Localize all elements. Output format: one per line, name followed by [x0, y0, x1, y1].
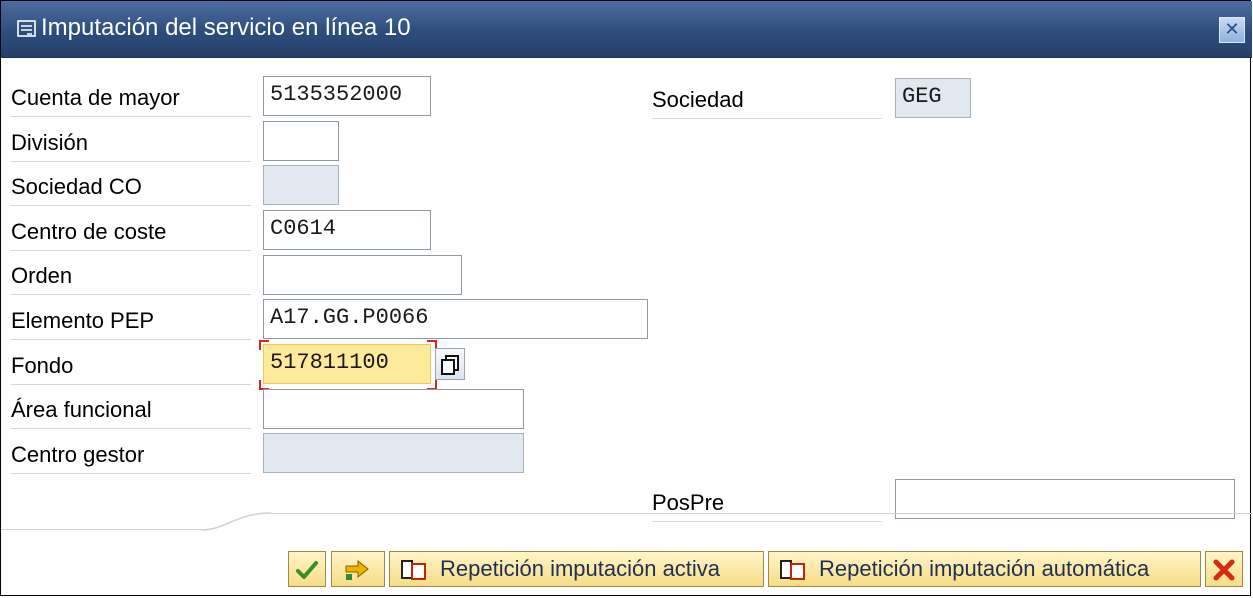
label-sociedad-co: Sociedad CO [11, 168, 251, 206]
division-input[interactable] [263, 121, 339, 161]
label-fondo: Fondo [11, 347, 251, 385]
copy-document-icon [401, 560, 426, 580]
arrow-right-icon [345, 559, 369, 580]
centro-gestor-input [263, 433, 524, 473]
title-bar: Imputación del servicio en línea 10 ✕ [1, 1, 1252, 58]
copy-icon [441, 355, 459, 375]
centro-de-coste-input[interactable]: C0614 [263, 210, 431, 250]
elemento-pep-input[interactable]: A17.GG.P0066 [263, 299, 648, 339]
continue-button[interactable] [288, 551, 326, 587]
label-area-funcional: Área funcional [11, 391, 251, 429]
label-centro-gestor: Centro gestor [11, 436, 251, 474]
footer-divider-line [1, 529, 201, 530]
footer-divider-line [271, 513, 1252, 514]
label-orden: Orden [11, 257, 251, 295]
close-button[interactable]: ✕ [1219, 17, 1245, 43]
repeat-active-label: Repetición imputación activa [440, 556, 721, 581]
area-funcional-input[interactable] [263, 389, 524, 429]
orden-input[interactable] [263, 255, 462, 295]
label-centro-de-coste: Centro de coste [11, 213, 251, 251]
focus-marker [259, 340, 269, 350]
close-icon: ✕ [1224, 19, 1240, 40]
label-cuenta-de-mayor: Cuenta de mayor [11, 79, 251, 117]
label-sociedad: Sociedad [652, 81, 882, 119]
cancel-icon [1213, 559, 1235, 581]
window-icon [17, 19, 37, 39]
cuenta-de-mayor-input[interactable]: 5135352000 [263, 76, 431, 116]
copy-document-icon [780, 560, 805, 580]
cancel-button[interactable] [1205, 551, 1243, 587]
window-title: Imputación del servicio en línea 10 [41, 14, 411, 41]
next-button[interactable] [331, 551, 385, 587]
repeat-auto-label: Repetición imputación automática [819, 556, 1150, 581]
repeat-auto-button[interactable]: Repetición imputación automática [768, 551, 1201, 587]
fondo-search-help-button[interactable] [435, 348, 465, 380]
sociedad-co-input [263, 165, 339, 205]
footer-divider [201, 512, 271, 531]
dialog-window: Imputación del servicio en línea 10 ✕ Cu… [0, 0, 1252, 596]
repeat-active-button[interactable]: Repetición imputación activa [389, 551, 764, 587]
sociedad-input: GEG [895, 78, 971, 118]
fondo-input[interactable]: 517811100 [263, 344, 431, 384]
label-pospre: PosPre [652, 484, 882, 522]
checkmark-icon [296, 561, 318, 579]
label-division: División [11, 124, 251, 162]
label-elemento-pep: Elemento PEP [11, 302, 251, 340]
